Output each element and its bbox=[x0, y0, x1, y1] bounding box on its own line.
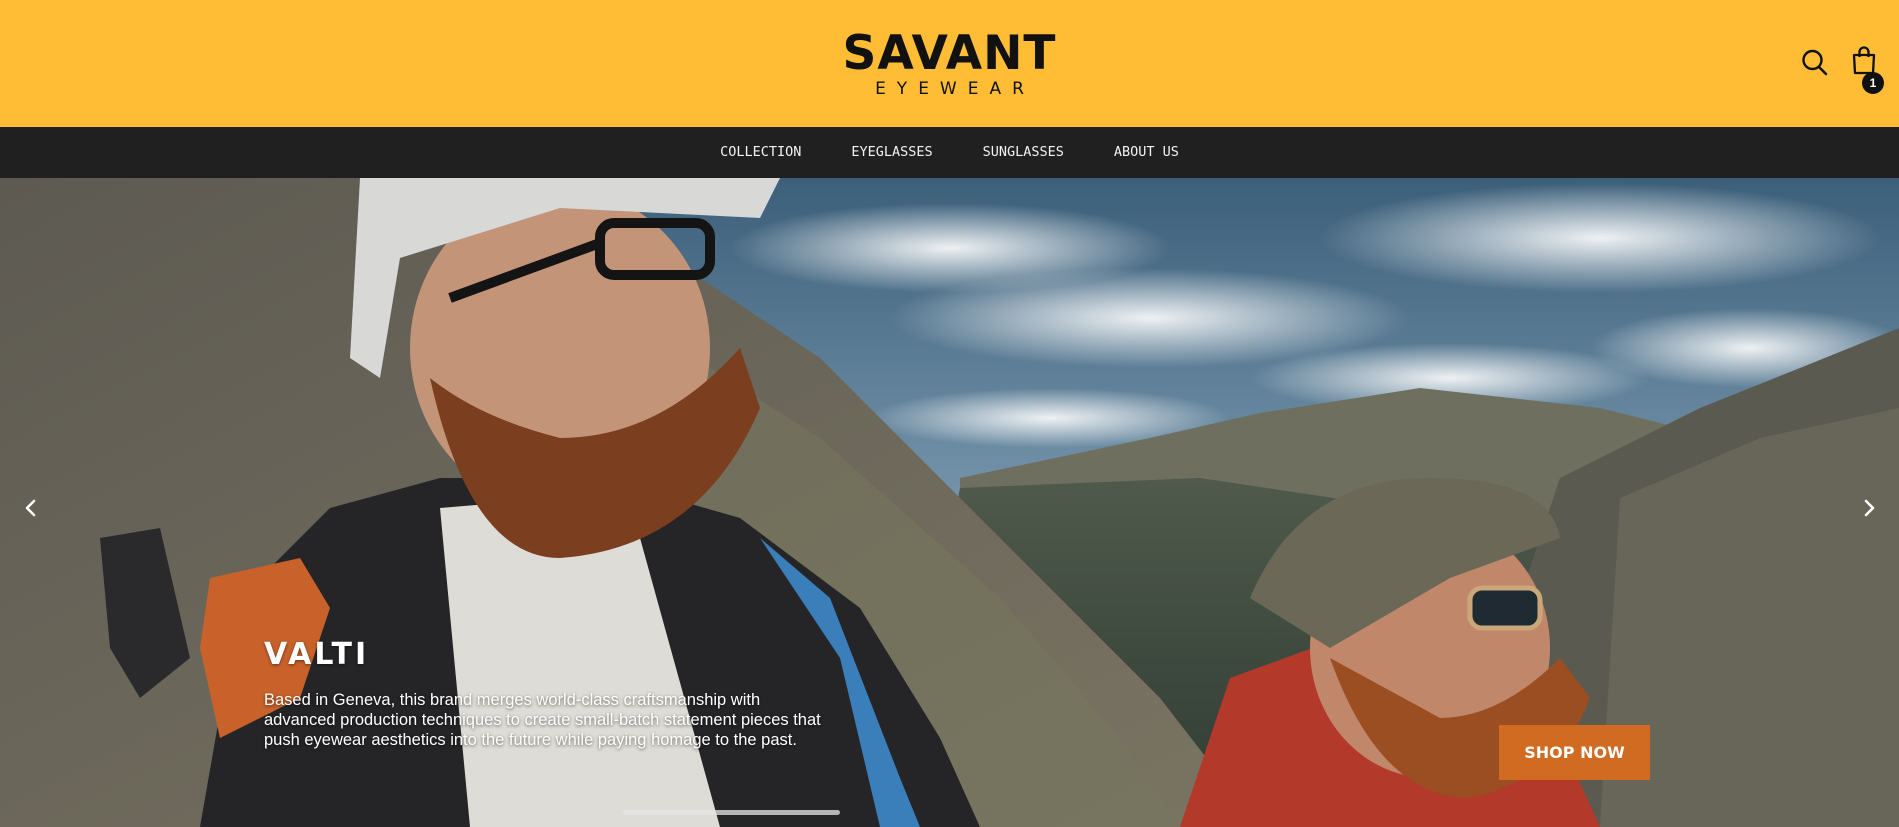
shop-now-button[interactable]: SHOP NOW bbox=[1499, 725, 1650, 780]
site-header: SAVANT EYEWEAR 1 bbox=[0, 0, 1899, 127]
nav-item-sunglasses[interactable]: SUNGLASSES bbox=[983, 127, 1064, 178]
cart-count-badge: 1 bbox=[1862, 72, 1884, 94]
logo-tagline: EYEWEAR bbox=[875, 79, 1035, 99]
chevron-left-icon[interactable] bbox=[15, 488, 45, 528]
hero-title: VALTI bbox=[264, 637, 370, 672]
hero-slider: VALTI Based in Geneva, this brand merges… bbox=[0, 178, 1899, 827]
main-nav: COLLECTION EYEGLASSES SUNGLASSES ABOUT U… bbox=[0, 127, 1899, 178]
hero-caption: VALTI Based in Geneva, this brand merges… bbox=[264, 638, 824, 750]
chevron-right-icon[interactable] bbox=[1855, 488, 1885, 528]
nav-item-about-us[interactable]: ABOUT US bbox=[1114, 127, 1179, 178]
logo-wordmark: SAVANT bbox=[842, 26, 1057, 81]
search-icon[interactable] bbox=[1801, 48, 1829, 78]
nav-item-collection[interactable]: COLLECTION bbox=[720, 127, 801, 178]
nav-item-eyeglasses[interactable]: EYEGLASSES bbox=[851, 127, 932, 178]
hero-description: Based in Geneva, this brand merges world… bbox=[264, 691, 821, 749]
slide-scroll-indicator[interactable] bbox=[623, 810, 840, 815]
site-logo[interactable]: SAVANT EYEWEAR bbox=[0, 26, 1899, 100]
